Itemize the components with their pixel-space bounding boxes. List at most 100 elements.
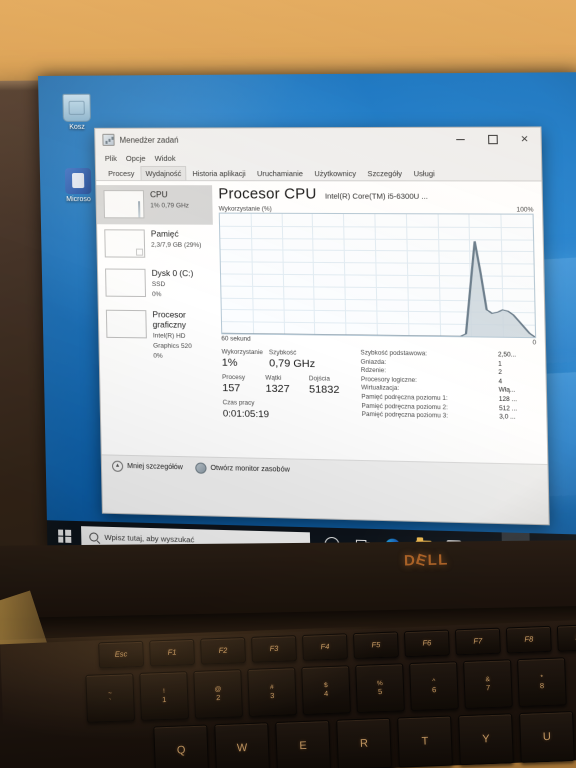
minimize-button[interactable] xyxy=(444,128,476,151)
tab-uzytkownicy[interactable]: Użytkownicy xyxy=(309,166,361,180)
sidebar-item-cpu[interactable]: CPU 1% 0,79 GHz xyxy=(96,185,213,225)
task-manager-window[interactable]: Menedżer zadań ✕ Plik Opcje Widok Proces… xyxy=(94,126,550,526)
sidebar-item-dysk-0[interactable]: Dysk 0 (C:) SSD 0% xyxy=(98,263,215,305)
key-y[interactable]: Y xyxy=(458,713,514,766)
resource-monitor-link[interactable]: Otwórz monitor zasobów xyxy=(195,461,290,475)
stat-wykorzystanie: Wykorzystanie 1% xyxy=(221,347,269,370)
key-2[interactable]: @2 xyxy=(193,669,243,719)
window-controls: ✕ xyxy=(444,128,541,151)
sidebar-item-label: Procesor graficzny xyxy=(152,310,187,330)
key-5[interactable]: % 5 xyxy=(355,663,405,713)
key-`[interactable]: ~ ` xyxy=(85,673,136,723)
key-t[interactable]: T xyxy=(397,715,453,768)
memory-mini-graph xyxy=(104,229,146,258)
spec-key: Pamięć podręczna poziomu 3: xyxy=(361,410,449,420)
chevron-up-icon: ▲ xyxy=(111,460,124,472)
page-title: Procesor CPU xyxy=(218,186,317,203)
key-f5[interactable]: F5 xyxy=(352,631,399,660)
stat-procesy: Procesy 157 xyxy=(222,373,266,396)
sidebar-item-procesor-graficzny[interactable]: Procesor graficzny Intel(R) HD Graphics … xyxy=(99,305,216,368)
stat-czas-pracy: Czas pracy 0:01:05:19 xyxy=(223,398,348,423)
key-f1[interactable]: F1 xyxy=(149,638,196,667)
panel-header: Procesor CPU Intel(R) Core(TM) i5-6300U … xyxy=(218,186,533,203)
dell-logo: DELL xyxy=(403,550,449,571)
gpu-mini-graph xyxy=(105,309,147,339)
key-3[interactable]: #3 xyxy=(247,667,297,717)
menu-item-widok[interactable]: Widok xyxy=(155,153,176,162)
stat-value: 51832 xyxy=(308,383,340,397)
spec-row: Pamięć podręczna poziomu 3: 3,0 ... xyxy=(362,411,538,423)
key-4[interactable]: $4 xyxy=(301,665,351,715)
cpu-model-label: Intel(R) Core(TM) i5-6300U ... xyxy=(324,191,429,201)
search-placeholder: Wpisz tutaj, aby wyszukać xyxy=(104,532,195,545)
resource-monitor-label: Otwórz monitor zasobów xyxy=(210,464,290,474)
tab-wydajnosc[interactable]: Wydajność xyxy=(140,165,187,181)
laptop-keyboard: EscF1F2F3F4F5F6F7F8F9F10 ~`!1@2#3$4%5^6&… xyxy=(0,618,576,768)
window-title-bar[interactable]: Menedżer zadań ✕ xyxy=(95,127,541,151)
tab-historia-aplikacji[interactable]: Historia aplikacji xyxy=(187,166,251,180)
desktop-icon-label: Kosz xyxy=(69,123,85,131)
key-f2[interactable]: F2 xyxy=(200,637,247,665)
key-f3[interactable]: F3 xyxy=(251,635,297,663)
cpu-specs-list: Szybkość podstawowa: 2,50... Gniazda: 1 Rd… xyxy=(354,349,538,426)
resource-monitor-icon xyxy=(195,461,207,474)
performance-sidebar: CPU 1% 0,79 GHz Pamięć 2,3/7,9 GB (29%) xyxy=(96,181,218,457)
tab-uslugi[interactable]: Usługi xyxy=(408,166,440,180)
key-esc[interactable]: Esc xyxy=(98,640,145,669)
key-q[interactable]: Q xyxy=(153,724,210,768)
key-f9[interactable]: F9 xyxy=(556,623,576,652)
cpu-mini-graph xyxy=(103,190,145,219)
desktop-icon-recycle-bin[interactable]: Kosz xyxy=(48,93,105,132)
key-8[interactable]: * 8 xyxy=(517,657,567,708)
sidebar-item-detail-2: 0% xyxy=(152,291,162,299)
key-e[interactable]: E xyxy=(275,719,331,768)
spec-value: 3,0 ... xyxy=(499,413,516,421)
sidebar-item-label: CPU xyxy=(149,190,168,200)
close-button[interactable]: ✕ xyxy=(508,128,541,151)
menu-bar: Plik Opcje Widok xyxy=(96,150,542,165)
sidebar-item-detail: 1% 0,79 GHz xyxy=(150,202,190,210)
key-6[interactable]: ^ 6 xyxy=(409,661,459,711)
stat-dojscia: Dojścia 51832 xyxy=(309,374,353,397)
stat-value: 157 xyxy=(222,381,241,395)
sidebar-item-label: Dysk 0 (C:) xyxy=(151,268,194,279)
keyboard-letter-row: QWERTYU xyxy=(153,711,575,768)
menu-item-plik[interactable]: Plik xyxy=(105,153,117,162)
menu-item-opcje[interactable]: Opcje xyxy=(126,153,146,162)
stat-value: 1% xyxy=(221,356,238,369)
tab-uruchamianie[interactable]: Uruchamianie xyxy=(252,166,309,180)
sidebar-item-label: Pamięć xyxy=(150,229,179,239)
sidebar-item-detail: 2,3/7,9 GB (29%) xyxy=(151,241,202,249)
maximize-button[interactable] xyxy=(476,128,509,151)
chart-time-right: 0 xyxy=(532,339,537,347)
cpu-detail-panel: Procesor CPU Intel(R) Core(TM) i5-6300U … xyxy=(212,181,547,464)
stat-value: 0:01:05:19 xyxy=(222,408,270,421)
key-f6[interactable]: F6 xyxy=(403,629,450,658)
search-icon xyxy=(89,532,99,542)
sidebar-item-pamiec[interactable]: Pamięć 2,3/7,9 GB (29%) xyxy=(97,224,214,264)
tab-szczegoly[interactable]: Szczegóły xyxy=(362,166,407,180)
stat-szybkosc: Szybkość 0,79 GHz xyxy=(269,348,317,371)
cpu-usage-series xyxy=(220,214,536,338)
less-details-button[interactable]: ▲ Mniej szczegółów xyxy=(111,460,183,473)
key-w[interactable]: W xyxy=(214,722,271,768)
key-7[interactable]: & 7 xyxy=(463,659,513,710)
window-title: Menedżer zadań xyxy=(119,135,179,145)
chart-y-max: 100% xyxy=(516,206,534,214)
tab-procesy[interactable]: Procesy xyxy=(103,166,140,180)
key-r[interactable]: R xyxy=(336,717,392,768)
stats-area: Wykorzystanie 1% Szybkość 0,79 GHz Proce… xyxy=(221,347,538,426)
key-f8[interactable]: F8 xyxy=(505,625,552,654)
sidebar-item-detail: SSD xyxy=(151,280,166,289)
spec-key: Rdzenie: xyxy=(360,366,387,375)
sidebar-item-detail-2: 0% xyxy=(153,352,163,360)
cpu-utilization-chart xyxy=(218,212,537,339)
disk-mini-graph xyxy=(105,268,147,298)
key-1[interactable]: ! 1 xyxy=(139,671,190,721)
spec-key: Gniazda: xyxy=(360,358,387,366)
key-u[interactable]: U xyxy=(519,711,575,763)
key-f4[interactable]: F4 xyxy=(302,633,348,661)
laptop-photo-scene: Kosz Microso Menedżer zadań ✕ Plik Opcje… xyxy=(0,0,576,768)
chart-time-left: 60 sekund xyxy=(221,335,251,343)
key-f7[interactable]: F7 xyxy=(454,627,501,656)
